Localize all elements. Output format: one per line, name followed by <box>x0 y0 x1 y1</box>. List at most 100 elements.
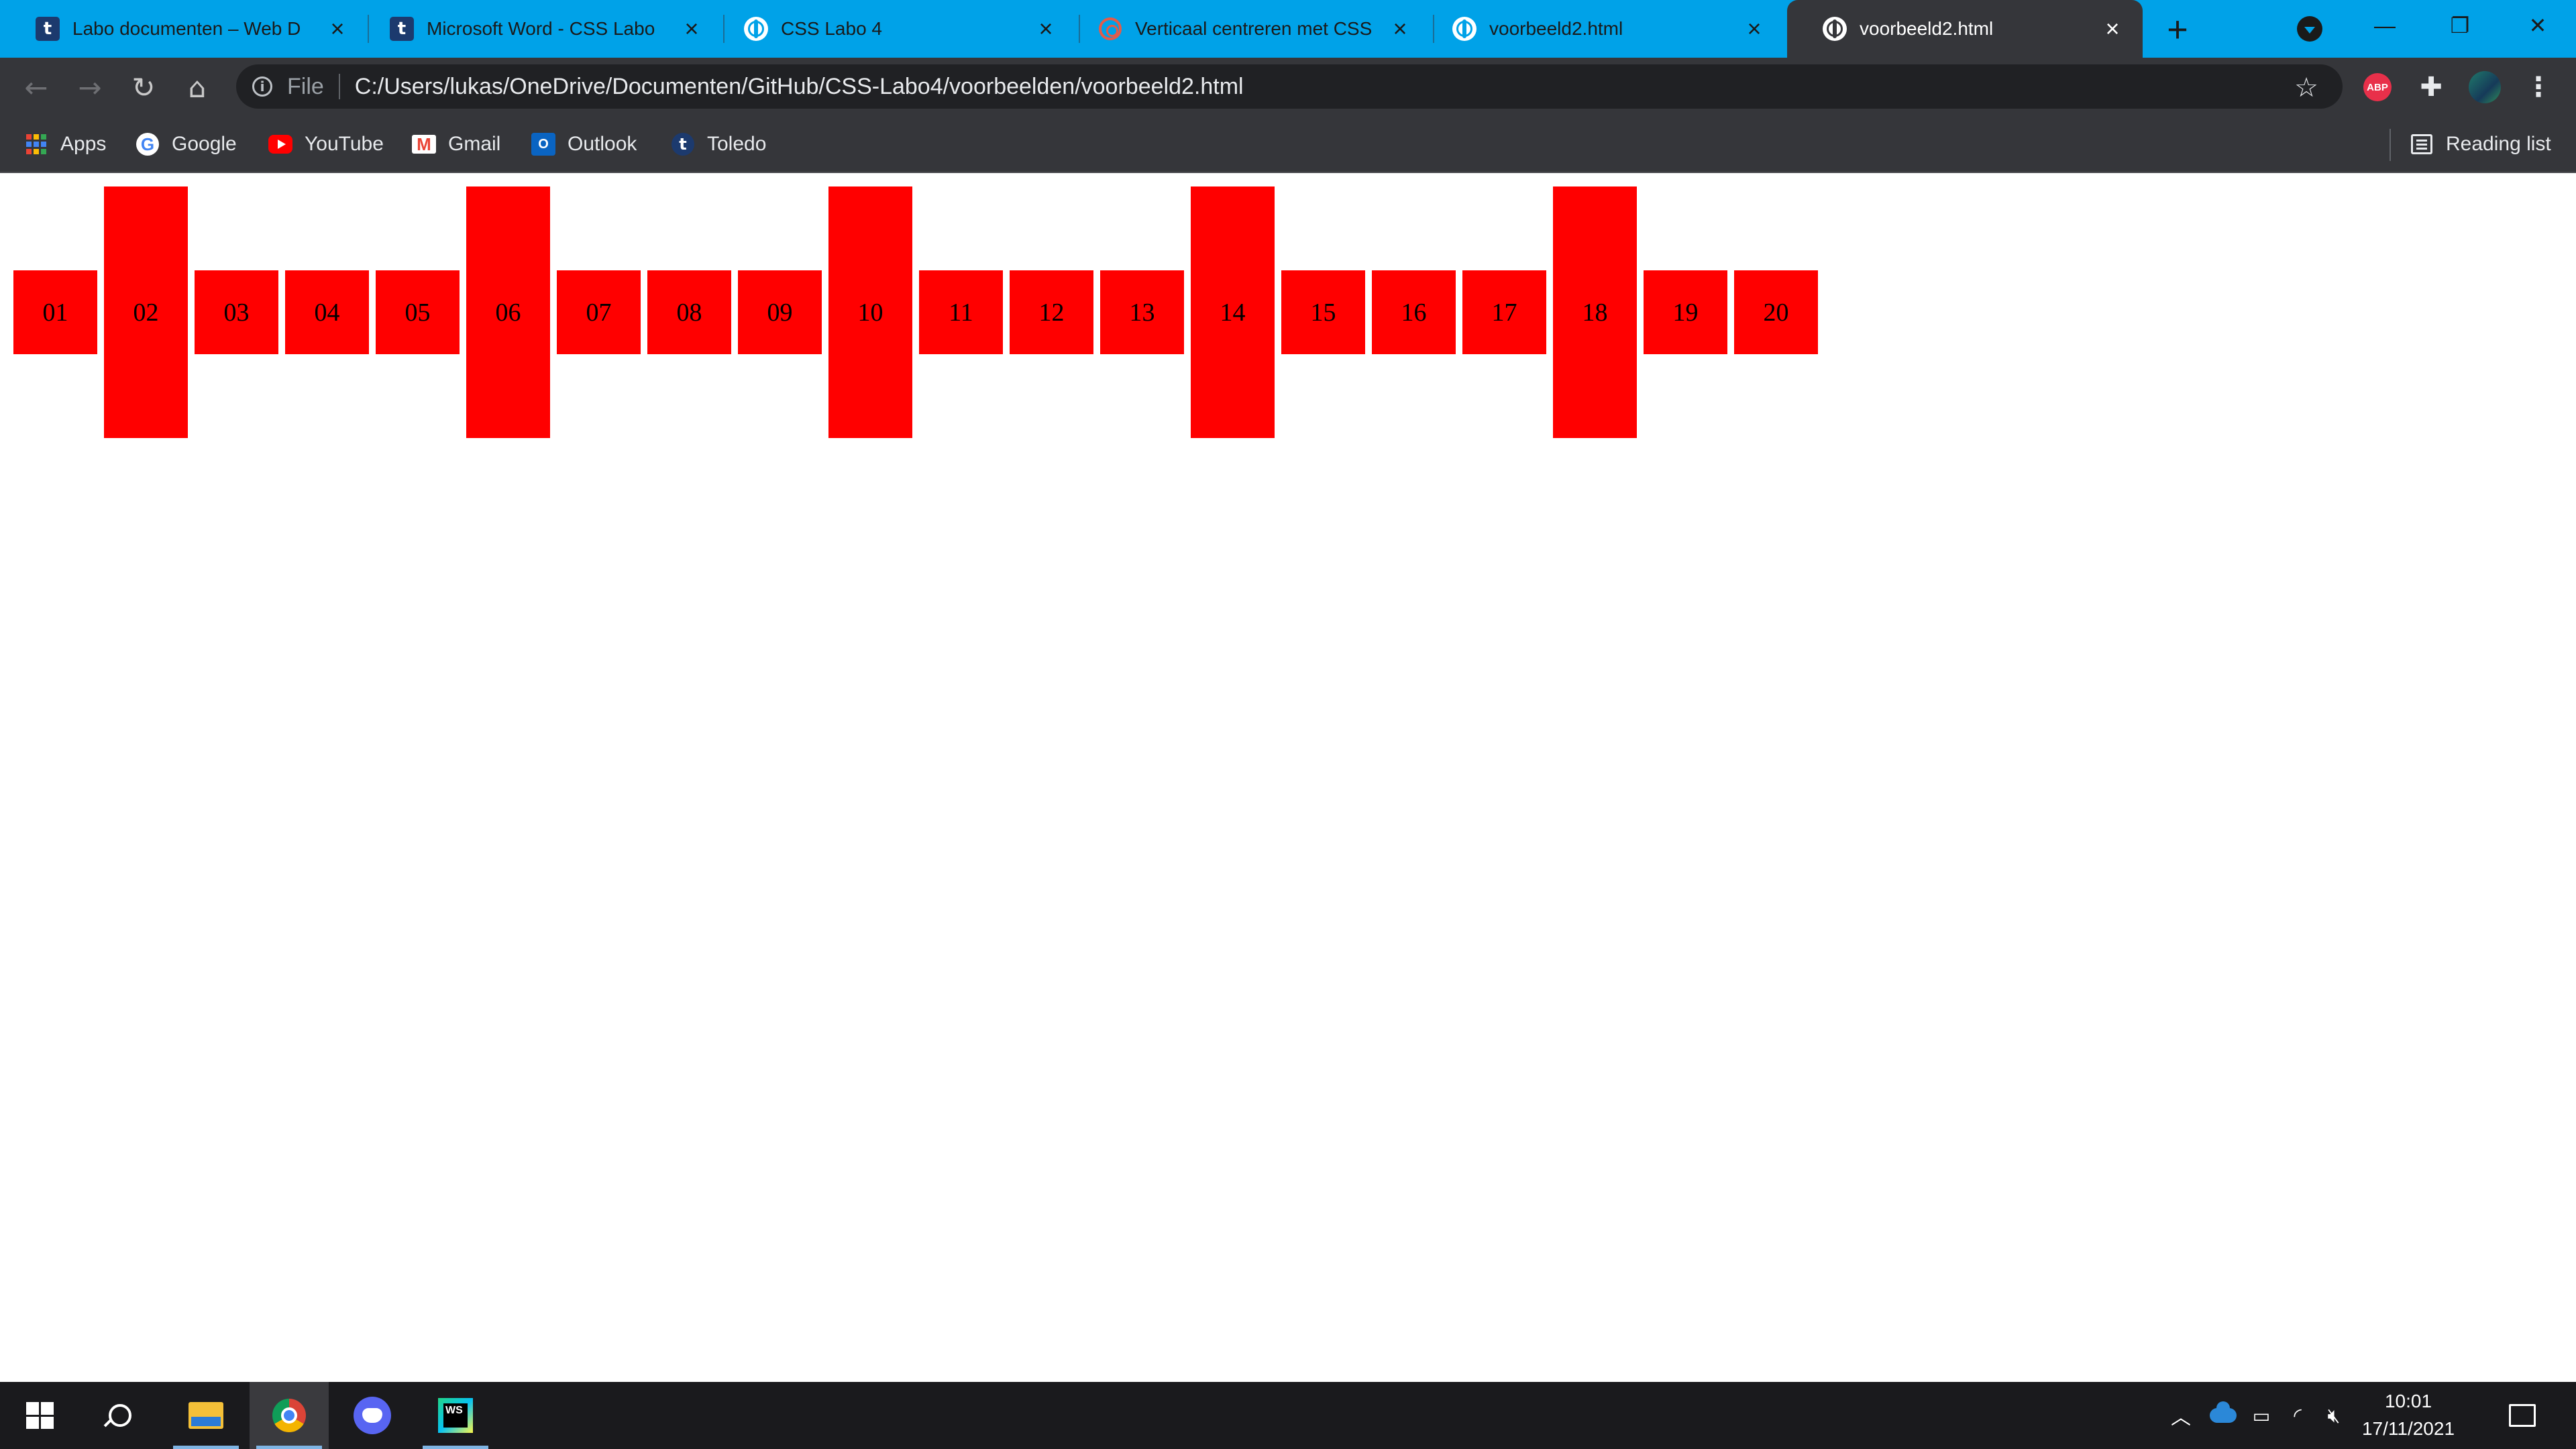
discord-icon[interactable] <box>333 1382 412 1449</box>
flex-box: 08 <box>647 270 731 354</box>
tab-voorbeeld2[interactable]: voorbeeld2.html × <box>1417 0 1784 58</box>
tab-labo-documenten[interactable]: t Labo documenten – Web D × <box>0 0 368 58</box>
system-clock[interactable]: 10:01 17/11/2021 <box>2341 1382 2475 1449</box>
tab-title: voorbeeld2.html <box>1860 18 1994 39</box>
bookmark-label: Apps <box>60 133 107 155</box>
bookmark-label: Toledo <box>707 133 767 155</box>
clock-time: 10:01 <box>2384 1391 2432 1412</box>
flex-box: 06 <box>466 186 550 438</box>
clock-date: 17/11/2021 <box>2361 1418 2455 1439</box>
bookmark-google[interactable]: G Google <box>136 117 237 172</box>
youtube-icon <box>268 132 292 156</box>
apps-grid-icon <box>24 132 48 156</box>
flex-box: 11 <box>919 270 1003 354</box>
menu-kebab-icon[interactable]: ⋮ <box>2522 71 2555 103</box>
close-icon[interactable]: × <box>1743 17 1766 41</box>
address-bar[interactable]: i File C:/Users/lukas/OneDrive/Documente… <box>236 64 2343 109</box>
bookmarks-divider <box>2390 129 2391 161</box>
flex-box: 20 <box>1734 270 1818 354</box>
tab-title: Microsoft Word - CSS Labo <box>427 18 655 39</box>
flex-box: 07 <box>557 270 641 354</box>
restore-icon[interactable]: ❐ <box>2423 0 2497 51</box>
chevron-up-icon[interactable]: ︿ <box>2164 1382 2198 1449</box>
start-icon[interactable] <box>0 1382 79 1449</box>
tab-title: CSS Labo 4 <box>781 18 882 39</box>
outlook-icon: O <box>531 132 555 156</box>
bookmark-gmail[interactable]: M Gmail <box>412 117 500 172</box>
flex-box: 12 <box>1010 270 1093 354</box>
flex-box: 02 <box>104 186 188 438</box>
close-icon[interactable]: × <box>1389 17 1411 41</box>
reading-list-icon <box>2410 132 2434 156</box>
notification-center-icon[interactable] <box>2502 1382 2542 1449</box>
toledo-icon: t <box>671 132 695 156</box>
forward-icon[interactable]: → <box>72 70 107 105</box>
reload-icon[interactable]: ↻ <box>126 70 161 105</box>
file-explorer-icon[interactable] <box>166 1382 246 1449</box>
close-icon[interactable]: × <box>680 17 703 41</box>
url-text[interactable]: C:/Users/lukas/OneDrive/Documenten/GitHu… <box>355 74 1244 100</box>
flex-box: 09 <box>738 270 822 354</box>
onedrive-icon[interactable] <box>2204 1382 2242 1449</box>
flex-box: 10 <box>828 186 912 438</box>
adblock-plus-icon[interactable]: ABP <box>2361 71 2394 103</box>
close-icon[interactable]: × <box>2101 17 2124 41</box>
extensions-icon[interactable]: ✚ <box>2415 71 2447 103</box>
flex-box: 17 <box>1462 270 1546 354</box>
new-tab-button[interactable]: + <box>2161 9 2194 50</box>
globe-icon <box>1452 16 1477 42</box>
chrome-icon[interactable] <box>250 1382 329 1449</box>
info-icon[interactable]: i <box>252 76 272 97</box>
search-icon[interactable] <box>80 1382 160 1449</box>
home-icon[interactable]: ⌂ <box>180 70 215 105</box>
bookmarks-bar: Apps G Google YouTube M Gmail O Outlook … <box>0 117 2576 173</box>
tab-strip: t Labo documenten – Web D × t Microsoft … <box>0 0 2576 58</box>
toledo-icon: t <box>35 16 60 42</box>
globe-icon <box>1822 16 1847 42</box>
webstorm-label: WS <box>443 1403 468 1428</box>
flex-box: 15 <box>1281 270 1365 354</box>
bookmark-label: YouTube <box>305 133 384 155</box>
tab-search-icon[interactable] <box>2297 16 2322 42</box>
flex-box: 04 <box>285 270 369 354</box>
bookmark-outlook[interactable]: O Outlook <box>531 117 637 172</box>
url-scheme: File <box>287 73 324 99</box>
back-icon[interactable]: ← <box>19 70 54 105</box>
tab-css-labo-4[interactable]: CSS Labo 4 × <box>708 0 1076 58</box>
page-viewport: 01 02 03 04 05 06 07 08 09 10 11 12 13 14 15 16 17 18 19 20 <box>0 173 2576 1381</box>
bookmark-youtube[interactable]: YouTube <box>268 117 384 172</box>
flex-box: 19 <box>1644 270 1727 354</box>
adblock-label: ABP <box>2363 73 2392 101</box>
tab-verticaal-centreren[interactable]: Verticaal centreren met CSS × <box>1063 0 1430 58</box>
tab-title: voorbeeld2.html <box>1489 18 1623 39</box>
flex-box: 01 <box>13 270 97 354</box>
bookmark-label: Gmail <box>448 133 501 155</box>
tab-voorbeeld2-active[interactable]: voorbeeld2.html × <box>1787 0 2143 58</box>
battery-icon[interactable]: ▭ <box>2245 1382 2278 1449</box>
wifi-icon[interactable]: ◜ <box>2281 1382 2314 1449</box>
window-close-icon[interactable]: ✕ <box>2501 0 2575 51</box>
flex-box: 16 <box>1372 270 1456 354</box>
globe-icon <box>743 16 769 42</box>
gmail-icon: M <box>412 132 436 156</box>
bookmark-apps[interactable]: Apps <box>24 117 106 172</box>
reading-list-button[interactable]: Reading list <box>2410 117 2551 172</box>
bookmark-label: Outlook <box>568 133 637 155</box>
close-icon[interactable]: × <box>1034 17 1057 41</box>
minimize-icon[interactable]: — <box>2348 0 2422 51</box>
tab-title: Labo documenten – Web D <box>72 18 301 39</box>
profile-avatar[interactable] <box>2469 71 2501 103</box>
google-icon: G <box>136 132 160 156</box>
reading-list-label: Reading list <box>2446 133 2551 155</box>
tab-title: Verticaal centreren met CSS <box>1135 18 1373 39</box>
flex-box: 03 <box>195 270 278 354</box>
omnibox-divider <box>338 74 340 99</box>
tab-microsoft-word[interactable]: t Microsoft Word - CSS Labo × <box>354 0 722 58</box>
close-icon[interactable]: × <box>326 17 349 41</box>
ring-icon <box>1097 16 1123 42</box>
webstorm-icon[interactable]: WS <box>416 1382 495 1449</box>
bookmark-toledo[interactable]: t Toledo <box>671 117 766 172</box>
flex-box: 05 <box>376 270 460 354</box>
flex-box: 18 <box>1553 186 1637 438</box>
bookmark-star-icon[interactable]: ☆ <box>2294 72 2318 103</box>
